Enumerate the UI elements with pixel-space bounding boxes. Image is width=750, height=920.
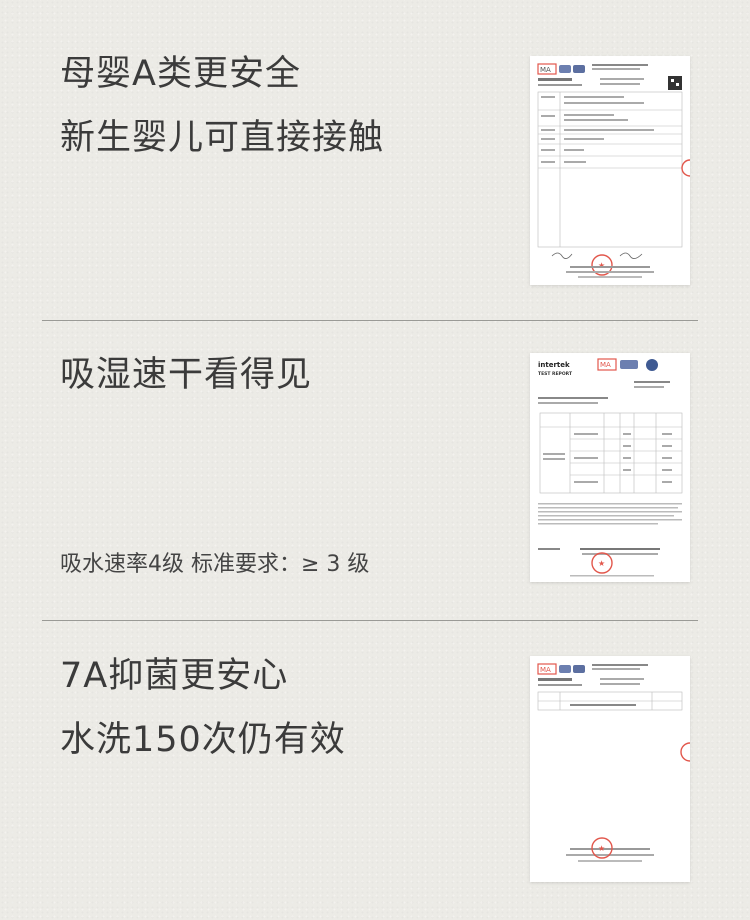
- report-table: [537, 691, 683, 711]
- svg-text:MA: MA: [600, 361, 611, 369]
- intertek-logo: intertek: [538, 361, 570, 369]
- svg-text:★: ★: [598, 559, 605, 568]
- test-report-heading: TEST REPORT: [538, 371, 573, 377]
- signature-mark: [619, 252, 643, 259]
- test-certificate-image-3: MA ★: [530, 656, 690, 882]
- qr-code-icon: [668, 76, 682, 90]
- headline-line-1: 母婴A类更安全: [60, 54, 301, 94]
- svg-text:MA: MA: [540, 666, 551, 674]
- red-seal-stamp-edge: [681, 159, 690, 177]
- test-certificate-image-1: MA ★: [530, 56, 690, 285]
- ilac-logo-icon: [620, 360, 638, 369]
- section-quick-dry: 吸湿速干看得见 吸水速率4级 标准要求：≥ 3 级 intertek TEST …: [0, 320, 750, 620]
- section-class-a-safety: 母婴A类更安全 新生婴儿可直接接触 MA ★: [0, 0, 750, 320]
- headline-quick-dry: 吸湿速干看得见: [60, 355, 313, 395]
- cnas-logo-icon: [646, 359, 658, 371]
- cnas-logo-icon: [573, 665, 585, 673]
- svg-text:★: ★: [598, 844, 605, 853]
- ilac-logo-icon: [559, 65, 571, 73]
- test-report-image-2: intertek TEST REPORT MA ★: [530, 353, 690, 582]
- headline-line-1: 7A抑菌更安心: [60, 656, 289, 696]
- svg-text:★: ★: [598, 261, 605, 270]
- signature-mark: [551, 252, 573, 259]
- section-antibacterial: 7A抑菌更安心 水洗150次仍有效 MA ★: [0, 620, 750, 920]
- absorption-rate-note: 吸水速率4级 标准要求：≥ 3 级: [60, 552, 370, 577]
- cnas-logo-icon: [573, 65, 585, 73]
- red-seal-stamp-edge: [680, 742, 690, 762]
- ilac-logo-icon: [559, 665, 571, 673]
- headline-line-2: 新生婴儿可直接接触: [60, 118, 385, 158]
- cma-logo-mark: MA: [540, 66, 551, 74]
- headline-line-2: 水洗150次仍有效: [60, 720, 346, 760]
